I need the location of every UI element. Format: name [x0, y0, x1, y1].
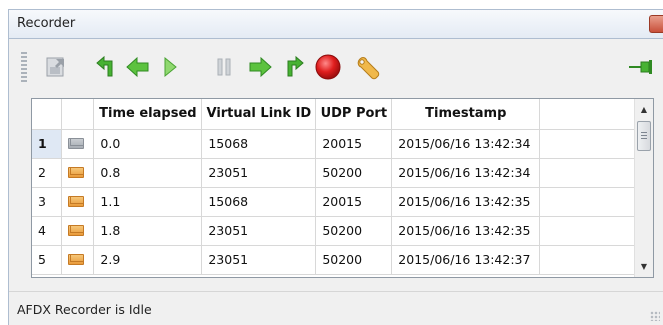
- cell-udp-port: 50200: [315, 158, 393, 188]
- header-udp-port[interactable]: UDP Port: [315, 99, 393, 130]
- step-back-button[interactable]: [123, 52, 153, 82]
- record-button[interactable]: [313, 52, 343, 82]
- cell-timestamp: 2015/06/16 13:42:37: [391, 245, 541, 275]
- cell-udp-port: 20015: [315, 129, 393, 159]
- row-icon-cell: [61, 245, 95, 275]
- cell-time-elapsed: 0.0: [93, 129, 203, 159]
- play-icon: [164, 56, 177, 78]
- vertical-scrollbar[interactable]: ▲ ▼: [634, 99, 653, 277]
- export-icon: [46, 57, 64, 77]
- row-icon-cell: [61, 129, 95, 159]
- cell-timestamp: 2015/06/16 13:42:34: [391, 129, 541, 159]
- header-filler: [539, 99, 635, 130]
- play-button[interactable]: [155, 52, 185, 82]
- rewind-button[interactable]: [91, 52, 121, 82]
- cell-virtual-link-id: 23051: [201, 245, 317, 275]
- fast-forward-button[interactable]: [279, 52, 309, 82]
- scroll-down-icon[interactable]: ▼: [635, 258, 653, 275]
- close-button[interactable]: [649, 15, 663, 33]
- cell-filler: [539, 216, 635, 246]
- title-bar[interactable]: Recorder: [8, 9, 663, 39]
- pin-button[interactable]: [627, 52, 657, 82]
- step-forward-icon: [249, 56, 272, 78]
- message-icon: [68, 196, 85, 207]
- table-row[interactable]: 4 1.8 23051 50200 2015/06/16 13:42:35: [32, 216, 635, 246]
- status-bar: AFDX Recorder is Idle: [9, 291, 663, 325]
- recorder-window: Recorder Time elapsed Virtual Link ID UD…: [0, 0, 663, 325]
- rewind-icon: [96, 55, 113, 77]
- header-icon[interactable]: [61, 99, 95, 130]
- cell-virtual-link-id: 23051: [201, 158, 317, 188]
- cell-time-elapsed: 2.9: [93, 245, 203, 275]
- row-index: 4: [32, 216, 63, 246]
- row-index: 1: [32, 129, 63, 159]
- cell-filler: [539, 245, 635, 275]
- header-timestamp[interactable]: Timestamp: [391, 99, 541, 130]
- message-icon: [68, 225, 85, 236]
- toolbar: [17, 46, 662, 88]
- status-text: AFDX Recorder is Idle: [17, 302, 152, 317]
- cell-virtual-link-id: 15068: [201, 187, 317, 217]
- recorder-panel: Time elapsed Virtual Link ID UDP Port Ti…: [8, 39, 663, 325]
- cell-timestamp: 2015/06/16 13:42:35: [391, 187, 541, 217]
- header-row-index[interactable]: [32, 99, 63, 130]
- cell-filler: [539, 158, 635, 188]
- row-index: 2: [32, 158, 63, 188]
- scroll-thumb[interactable]: [637, 121, 651, 151]
- cell-timestamp: 2015/06/16 13:42:35: [391, 216, 541, 246]
- row-index: 3: [32, 187, 63, 217]
- message-icon: [68, 167, 85, 178]
- resize-grip-icon[interactable]: [650, 311, 660, 321]
- row-icon-cell: [61, 216, 95, 246]
- cell-udp-port: 50200: [315, 216, 393, 246]
- packet-grid[interactable]: Time elapsed Virtual Link ID UDP Port Ti…: [31, 98, 654, 278]
- grid-viewport: Time elapsed Virtual Link ID UDP Port Ti…: [32, 99, 635, 277]
- settings-button[interactable]: [353, 52, 383, 82]
- header-virtual-link-id[interactable]: Virtual Link ID: [201, 99, 317, 130]
- window-title: Recorder: [17, 16, 76, 31]
- cell-filler: [539, 187, 635, 217]
- row-icon-cell: [61, 187, 95, 217]
- cell-time-elapsed: 1.8: [93, 216, 203, 246]
- cell-udp-port: 50200: [315, 245, 393, 275]
- row-icon-cell: [61, 158, 95, 188]
- cell-timestamp: 2015/06/16 13:42:34: [391, 158, 541, 188]
- pause-icon: [217, 58, 231, 76]
- cell-filler: [539, 129, 635, 159]
- step-back-icon: [126, 56, 149, 78]
- record-icon: [315, 54, 341, 80]
- cell-time-elapsed: 0.8: [93, 158, 203, 188]
- message-icon: [68, 138, 85, 149]
- header-time-elapsed[interactable]: Time elapsed: [93, 99, 203, 130]
- packet-table: Time elapsed Virtual Link ID UDP Port Ti…: [32, 99, 635, 275]
- step-forward-button[interactable]: [245, 52, 275, 82]
- fast-forward-icon: [287, 55, 304, 77]
- export-button[interactable]: [41, 52, 71, 82]
- cell-virtual-link-id: 15068: [201, 129, 317, 159]
- pin-icon: [629, 60, 652, 74]
- table-row[interactable]: 1 0.0 15068 20015 2015/06/16 13:42:34: [32, 129, 635, 159]
- table-row[interactable]: 5 2.9 23051 50200 2015/06/16 13:42:37: [32, 245, 635, 275]
- table-row[interactable]: 2 0.8 23051 50200 2015/06/16 13:42:34: [32, 158, 635, 188]
- wrench-icon: [357, 57, 380, 80]
- message-icon: [68, 254, 85, 265]
- scroll-up-icon[interactable]: ▲: [635, 101, 653, 118]
- cell-time-elapsed: 1.1: [93, 187, 203, 217]
- pause-button[interactable]: [209, 52, 239, 82]
- header-row: Time elapsed Virtual Link ID UDP Port Ti…: [32, 99, 635, 130]
- table-row[interactable]: 3 1.1 15068 20015 2015/06/16 13:42:35: [32, 187, 635, 217]
- row-index: 5: [32, 245, 63, 275]
- toolbar-grip[interactable]: [21, 52, 27, 82]
- cell-udp-port: 20015: [315, 187, 393, 217]
- cell-virtual-link-id: 23051: [201, 216, 317, 246]
